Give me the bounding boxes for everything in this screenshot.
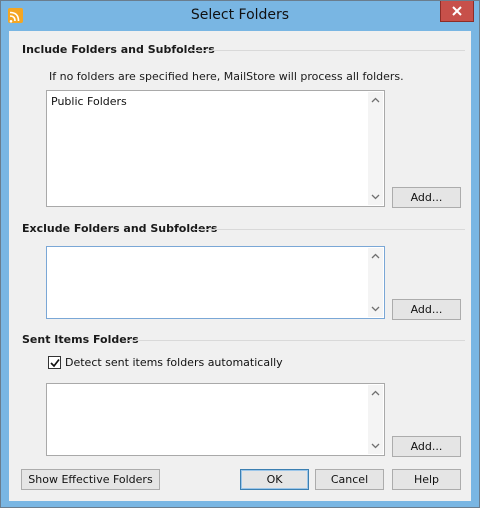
exclude-section-title: Exclude Folders and Subfolders xyxy=(22,222,218,235)
close-icon xyxy=(452,6,462,16)
include-divider xyxy=(189,50,465,51)
sent-folders-list[interactable] xyxy=(46,383,385,456)
detect-sent-checkbox[interactable] xyxy=(48,356,61,369)
include-list-scrollbar[interactable] xyxy=(368,92,383,205)
exclude-divider xyxy=(192,229,465,230)
detect-sent-label[interactable]: Detect sent items folders automatically xyxy=(65,356,283,369)
title-bar[interactable]: Select Folders xyxy=(1,1,479,31)
include-add-button[interactable]: Add... xyxy=(392,187,461,208)
include-hint: If no folders are specified here, MailSt… xyxy=(49,70,404,83)
scroll-down-icon[interactable] xyxy=(368,301,383,316)
help-button[interactable]: Help xyxy=(392,469,461,490)
show-effective-folders-button[interactable]: Show Effective Folders xyxy=(21,469,160,490)
sent-add-button[interactable]: Add... xyxy=(392,436,461,457)
exclude-add-button[interactable]: Add... xyxy=(392,299,461,320)
select-folders-dialog: Select Folders Include Folders and Subfo… xyxy=(0,0,480,508)
sent-section-title: Sent Items Folders xyxy=(22,333,139,346)
include-section-title: Include Folders and Subfolders xyxy=(22,43,215,56)
window-title: Select Folders xyxy=(190,7,290,23)
scroll-up-icon[interactable] xyxy=(368,93,383,108)
include-folders-list[interactable]: Public Folders xyxy=(46,90,385,207)
sent-list-scrollbar[interactable] xyxy=(368,385,383,454)
ok-button[interactable]: OK xyxy=(240,469,309,490)
sent-divider xyxy=(128,340,465,341)
scroll-up-icon[interactable] xyxy=(368,249,383,264)
cancel-button[interactable]: Cancel xyxy=(315,469,384,490)
scroll-up-icon[interactable] xyxy=(368,386,383,401)
scroll-down-icon[interactable] xyxy=(368,438,383,453)
close-button[interactable] xyxy=(440,1,474,22)
exclude-list-scrollbar[interactable] xyxy=(368,248,383,317)
list-item[interactable]: Public Folders xyxy=(51,95,127,108)
scroll-down-icon[interactable] xyxy=(368,189,383,204)
checkmark-icon xyxy=(50,358,60,368)
exclude-folders-list[interactable] xyxy=(46,246,385,319)
dialog-body: Include Folders and Subfolders If no fol… xyxy=(9,31,471,501)
